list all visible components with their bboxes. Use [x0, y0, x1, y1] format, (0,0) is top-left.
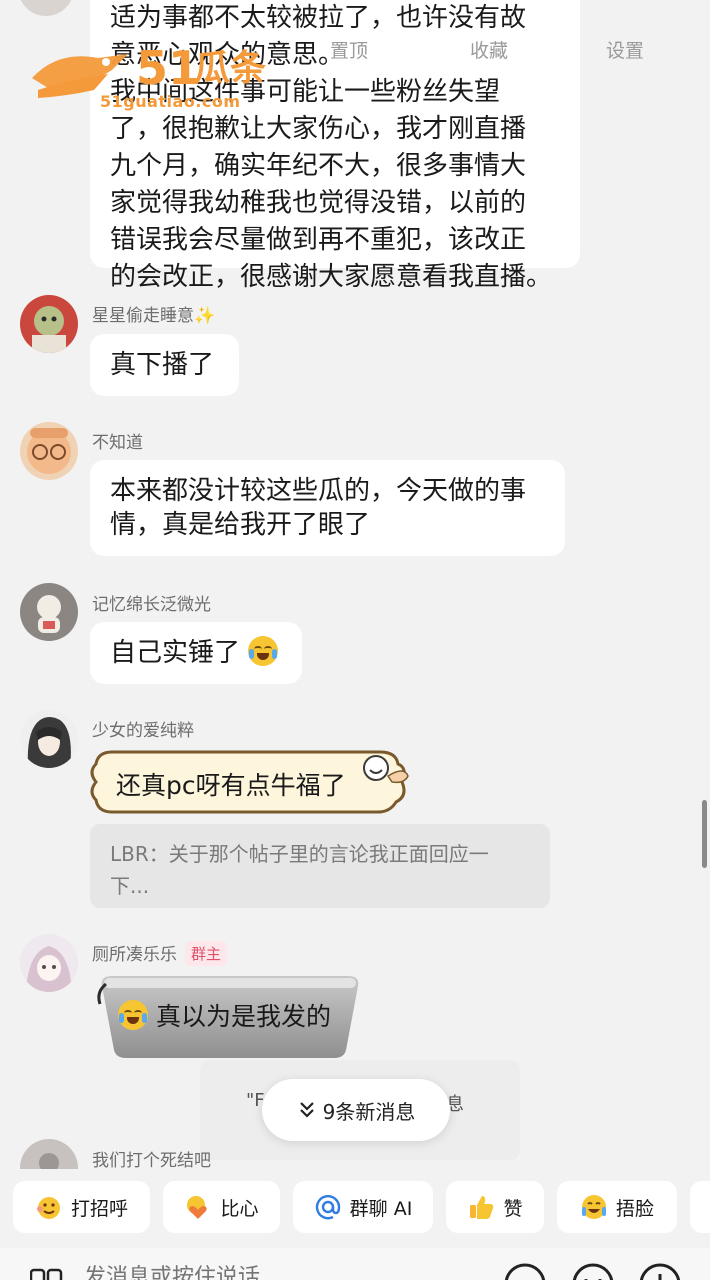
quick-action-more[interactable]	[690, 1181, 710, 1233]
quick-action-label: 群聊 AI	[349, 1197, 413, 1220]
quick-action-label: 赞	[503, 1197, 523, 1220]
message-bubble[interactable]: 自己实锤了	[90, 622, 302, 684]
quick-action-facepalm[interactable]: 捂脸	[557, 1181, 677, 1233]
voice-icon[interactable]	[503, 1262, 547, 1280]
scrollbar-thumb[interactable]	[702, 800, 707, 868]
crying-laughing-emoji-icon	[248, 636, 279, 666]
quick-action-label: 比心	[220, 1197, 259, 1220]
quick-action-heart[interactable]: 比心	[163, 1181, 280, 1233]
svg-text:瓜条: 瓜条	[194, 48, 266, 89]
message-input[interactable]	[84, 1262, 464, 1280]
quick-action-greet[interactable]: 打招呼	[13, 1181, 150, 1233]
message-line: 家觉得我幼稚我也觉得没错，以前的	[110, 188, 527, 218]
menu-item-favorite[interactable]: 收藏	[470, 36, 508, 72]
message-line: 的会改正，很感谢大家愿意看我直播。	[110, 262, 553, 292]
quote-line: LBR：关于那个帖子里的言论我正面回应一	[110, 842, 489, 866]
avatar[interactable]	[18, 0, 74, 16]
avatar-image	[20, 295, 78, 353]
message-bubble[interactable]: 真下播了	[90, 334, 239, 396]
reply-quote[interactable]: LBR：关于那个帖子里的言论我正面回应一 下...	[90, 824, 550, 908]
nickname: 少女的爱纯粹	[92, 721, 194, 741]
nickname-text: 厕所凑乐乐	[92, 945, 177, 965]
emoji-picker-icon[interactable]	[571, 1262, 615, 1280]
avatar-image	[20, 934, 78, 992]
message-line: 情，真是给我开了眼了	[110, 510, 371, 540]
avatar-image	[20, 583, 78, 641]
at-icon	[315, 1195, 340, 1220]
message-text: 自己实锤了	[110, 638, 241, 668]
thumbs-up-icon	[470, 1196, 494, 1219]
avatar[interactable]	[20, 295, 78, 353]
quick-actions-bar: 打招呼 比心 群聊 AI 赞 捂脸	[0, 1181, 710, 1235]
message-text: 真以为是我发的	[155, 1002, 331, 1031]
message-bubble[interactable]: 真以为是我发的	[118, 1000, 331, 1034]
wave-emoji-icon	[36, 1197, 60, 1219]
plus-icon[interactable]	[638, 1262, 682, 1280]
avatar[interactable]	[20, 422, 78, 480]
message-line: 本来都没计较这些瓜的，今天做的事	[110, 476, 527, 506]
nickname: 星星偷走睡意✨	[92, 306, 216, 326]
new-messages-label: 9条新消息	[322, 1099, 416, 1124]
avatar[interactable]	[20, 1139, 78, 1169]
quick-action-label: 捂脸	[615, 1197, 654, 1220]
heart-hands-emoji-icon	[187, 1196, 208, 1219]
nickname: 不知道	[92, 433, 143, 453]
apps-grid-icon[interactable]	[30, 1266, 66, 1280]
message-line: 九个月，确实年纪不大，很多事情大	[110, 151, 527, 181]
crying-laughing-emoji-icon	[118, 1000, 148, 1030]
message-bubble[interactable]: 本来都没计较这些瓜的，今天做的事 情，真是给我开了眼了	[90, 460, 565, 556]
quick-action-label: 打招呼	[70, 1197, 128, 1220]
message-line: 适为事都不太较被拉了，也许没有故	[110, 3, 527, 33]
facepalm-emoji-icon	[581, 1195, 606, 1219]
nickname: 厕所凑乐乐 群主	[92, 940, 228, 966]
watermark-url: 51guatiao.com	[100, 92, 241, 111]
svg-text:51: 51	[136, 41, 200, 95]
message-line: 了，很抱歉让大家伤心，我才刚直播	[110, 114, 527, 144]
quick-action-group-ai[interactable]: 群聊 AI	[293, 1181, 433, 1233]
avatar[interactable]	[20, 710, 78, 768]
quote-line: 下...	[110, 874, 150, 898]
menu-item-settings[interactable]: 设置	[606, 36, 644, 72]
avatar[interactable]	[20, 583, 78, 641]
menu-item-pin[interactable]: 置顶	[330, 36, 368, 72]
owner-badge: 群主	[185, 941, 228, 966]
double-chevron-down-icon	[299, 1102, 314, 1118]
avatar[interactable]	[20, 934, 78, 992]
message-input-bar	[0, 1248, 710, 1280]
new-messages-button[interactable]: 9条新消息	[262, 1079, 450, 1141]
quick-action-like[interactable]: 赞	[446, 1181, 544, 1233]
nickname: 我们打个死结吧	[92, 1151, 211, 1171]
avatar-image	[20, 422, 78, 480]
message-line: 错误我会尽量做到再不重犯，该改正	[110, 225, 527, 255]
message-bubble[interactable]: 还真pc呀有点牛福了	[116, 769, 346, 803]
avatar-image	[20, 1139, 78, 1169]
avatar-image	[20, 710, 78, 768]
nickname: 记忆绵长泛微光	[92, 595, 211, 615]
